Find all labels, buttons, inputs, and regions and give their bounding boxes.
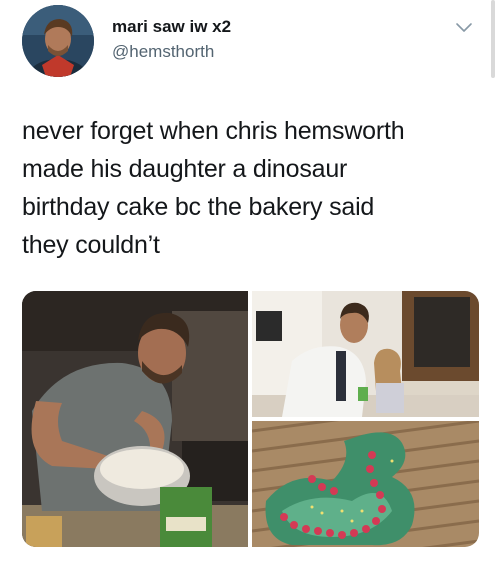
dinosaur-cake-photo[interactable] — [252, 421, 479, 547]
display-name[interactable]: mari saw iw x2 — [112, 17, 231, 37]
man-with-daughter-photo[interactable] — [252, 291, 479, 417]
avatar[interactable] — [22, 5, 94, 77]
tweet-text-line: birthday cake bc the bakery said — [22, 193, 375, 221]
scrollbar[interactable] — [491, 0, 495, 78]
avatar-photo — [22, 5, 94, 77]
tweet-text-line: they couldn’t — [22, 231, 160, 259]
user-handle[interactable]: @hemsthorth — [112, 42, 214, 62]
man-mixing-cake-batter-photo[interactable] — [22, 291, 248, 547]
tweet-text-line: made his daughter a dinosaur — [22, 155, 348, 183]
tweet-text-line: never forget when chris hemsworth — [22, 117, 405, 145]
media-grid — [22, 291, 479, 547]
chevron-down-icon[interactable] — [454, 20, 474, 36]
tweet-text: never forget when chris hemsworth made h… — [22, 112, 482, 264]
